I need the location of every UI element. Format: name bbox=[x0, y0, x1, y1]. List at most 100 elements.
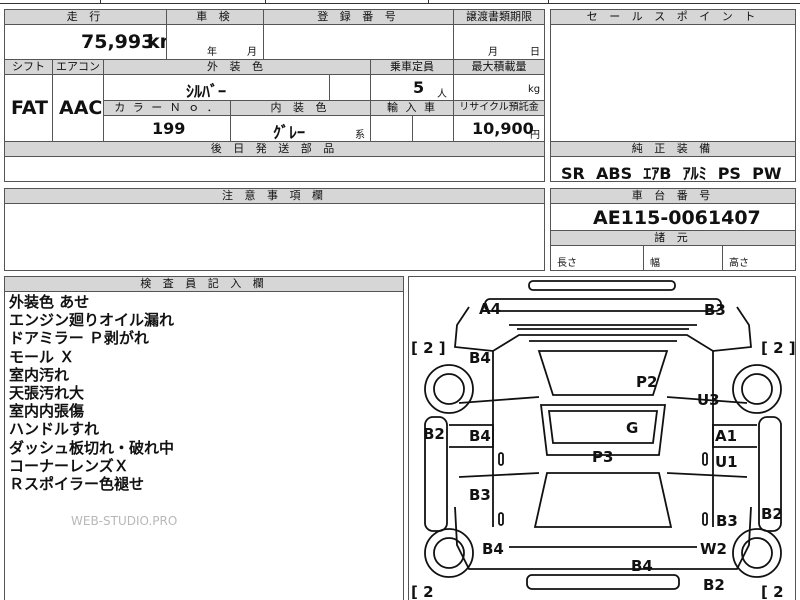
header-transfer-deadline: 譲渡書類期限 bbox=[453, 9, 545, 25]
import-cell-a bbox=[370, 115, 413, 142]
header-dimensions: 諸 元 bbox=[550, 230, 796, 246]
bracket-count: [ 2 ] bbox=[761, 339, 796, 357]
header-notes: 注 意 事 項 欄 bbox=[4, 188, 545, 204]
equipment-cell: SR ABS ｴｱB ｱﾙﾐ PS PW bbox=[550, 156, 796, 182]
interior-color-value: ｸﾞﾚｰ bbox=[273, 123, 306, 142]
inspector-note: Ｒスポイラー色褪せ bbox=[9, 475, 145, 494]
interior-color-suffix: 系 bbox=[355, 130, 365, 141]
inspector-note: モール Ｘ bbox=[9, 347, 75, 366]
aircon-cell: AAC bbox=[52, 74, 104, 142]
length-label: 長さ bbox=[557, 258, 577, 269]
damage-mark: B2 bbox=[703, 576, 725, 594]
header-recycle: リサイクル預託金 bbox=[453, 100, 545, 116]
header-aircon: エアコン bbox=[52, 59, 104, 75]
inspector-note: ダッシュ板切れ・破れ中 bbox=[9, 438, 175, 457]
chassis-no-cell: AE115-0061407 bbox=[550, 203, 796, 231]
sales-point-cell bbox=[550, 24, 796, 142]
inspector-note: 室内汚れ bbox=[9, 365, 70, 384]
damage-mark: A4 bbox=[479, 300, 502, 318]
aircon-value: AAC bbox=[59, 97, 103, 119]
damage-mark: B4 bbox=[469, 427, 491, 445]
chassis-no-value: AE115-0061407 bbox=[593, 207, 761, 229]
header-registration: 登 録 番 号 bbox=[263, 9, 454, 25]
car-diagram: A4 B3 B4 P2 U3 B2 B4 G A1 P3 U1 B3 B2 B3… bbox=[408, 276, 796, 600]
inspector-note: コーナーレンズＸ bbox=[9, 456, 129, 475]
top-strip bbox=[0, 0, 800, 4]
top-strip-divider bbox=[265, 0, 266, 4]
watermark: WEB-STUDIO.PRO bbox=[71, 514, 178, 528]
color-no-cell: 199 bbox=[103, 115, 231, 142]
interior-color-cell: ｸﾞﾚｰ 系 bbox=[230, 115, 371, 142]
exterior-color-extra-cell bbox=[329, 74, 371, 101]
length-cell: 長さ bbox=[550, 245, 644, 271]
header-mileage: 走 行 bbox=[4, 9, 167, 25]
header-max-load: 最大積載量 bbox=[453, 59, 545, 75]
inspector-note: エンジン廻りオイル漏れ bbox=[9, 311, 175, 330]
inspector-notes-list: 外装色 あせ エンジン廻りオイル漏れ ドアミラー Ｐ剥がれ モール Ｘ 室内汚れ… bbox=[9, 293, 174, 493]
header-sales-point: セ ー ル ス ポ イ ン ト bbox=[550, 9, 796, 25]
header-interior-color: 内 装 色 bbox=[230, 100, 371, 116]
header-import: 輸 入 車 bbox=[370, 100, 454, 116]
shift-cell: FAT bbox=[4, 74, 53, 142]
header-color-no: カ ラ ー Ｎ ｏ ． bbox=[103, 100, 231, 116]
top-strip-divider bbox=[428, 0, 429, 4]
bracket-count: [ 2 ] bbox=[411, 339, 446, 357]
height-label: 高さ bbox=[729, 258, 749, 269]
mileage-cell: 75,993 km bbox=[4, 24, 167, 60]
damage-mark: B2 bbox=[761, 505, 783, 523]
recycle-value: 10,900 bbox=[472, 119, 534, 138]
registration-cell bbox=[263, 24, 454, 60]
damage-mark: B3 bbox=[716, 512, 738, 530]
capacity-cell: 5 人 bbox=[370, 74, 454, 101]
inspector-note: ドアミラー Ｐ剥がれ bbox=[9, 329, 149, 348]
height-cell: 高さ bbox=[722, 245, 796, 271]
mileage-value: 75,993 bbox=[81, 31, 155, 53]
car-outline bbox=[424, 280, 782, 590]
damage-mark: G bbox=[626, 419, 639, 437]
damage-mark: U1 bbox=[715, 453, 738, 471]
header-later-parts: 後 日 発 送 部 品 bbox=[4, 141, 545, 157]
inspection-year: 年 bbox=[207, 47, 217, 58]
width-label: 幅 bbox=[650, 258, 660, 269]
width-cell: 幅 bbox=[643, 245, 723, 271]
damage-mark: P2 bbox=[636, 373, 658, 391]
capacity-value: 5 bbox=[413, 78, 425, 97]
later-parts-cell bbox=[4, 156, 545, 182]
damage-mark: B2 bbox=[423, 425, 445, 443]
bracket-count: [ 2 bbox=[761, 583, 784, 600]
damage-mark: W2 bbox=[700, 540, 727, 558]
damage-mark: A1 bbox=[715, 427, 738, 445]
recycle-cell: 10,900 円 bbox=[453, 115, 545, 142]
bracket-count: [ 2 bbox=[411, 583, 434, 600]
inspector-note: 外装色 あせ bbox=[9, 293, 90, 311]
header-exterior-color: 外 装 色 bbox=[103, 59, 371, 75]
inspection-month: 月 bbox=[247, 47, 257, 58]
top-strip-divider bbox=[100, 0, 101, 4]
inspector-note: ハンドルすれ bbox=[9, 420, 100, 439]
damage-mark: B4 bbox=[631, 557, 653, 575]
damage-mark: B3 bbox=[469, 486, 491, 504]
inspection-cell: 年 月 bbox=[166, 24, 264, 60]
header-inspector: 検 査 員 記 入 欄 bbox=[4, 276, 404, 292]
damage-mark: B4 bbox=[469, 349, 491, 367]
shift-value: FAT bbox=[11, 97, 48, 119]
max-load-cell: kg bbox=[453, 74, 545, 101]
damage-mark: B4 bbox=[482, 540, 504, 558]
damage-mark: P3 bbox=[592, 448, 614, 466]
import-cell-b bbox=[412, 115, 454, 142]
transfer-deadline-cell: 月 日 bbox=[453, 24, 545, 60]
equipment-value: SR ABS ｴｱB ｱﾙﾐ PS PW bbox=[561, 164, 782, 182]
recycle-unit: 円 bbox=[530, 130, 540, 141]
max-load-unit: kg bbox=[528, 84, 541, 95]
transfer-day: 日 bbox=[530, 47, 540, 58]
header-shift: シフト bbox=[4, 59, 53, 75]
transfer-month: 月 bbox=[488, 47, 498, 58]
notes-cell bbox=[4, 203, 545, 271]
inspector-notes-cell: 外装色 あせ エンジン廻りオイル漏れ ドアミラー Ｐ剥がれ モール Ｘ 室内汚れ… bbox=[4, 291, 404, 600]
color-no-value: 199 bbox=[152, 119, 186, 138]
damage-mark: U3 bbox=[697, 391, 720, 409]
mileage-unit: km bbox=[147, 31, 166, 53]
header-chassis-no: 車 台 番 号 bbox=[550, 188, 796, 204]
header-capacity: 乗車定員 bbox=[370, 59, 454, 75]
exterior-color-cell: ｼﾙﾊﾞｰ bbox=[103, 74, 330, 101]
